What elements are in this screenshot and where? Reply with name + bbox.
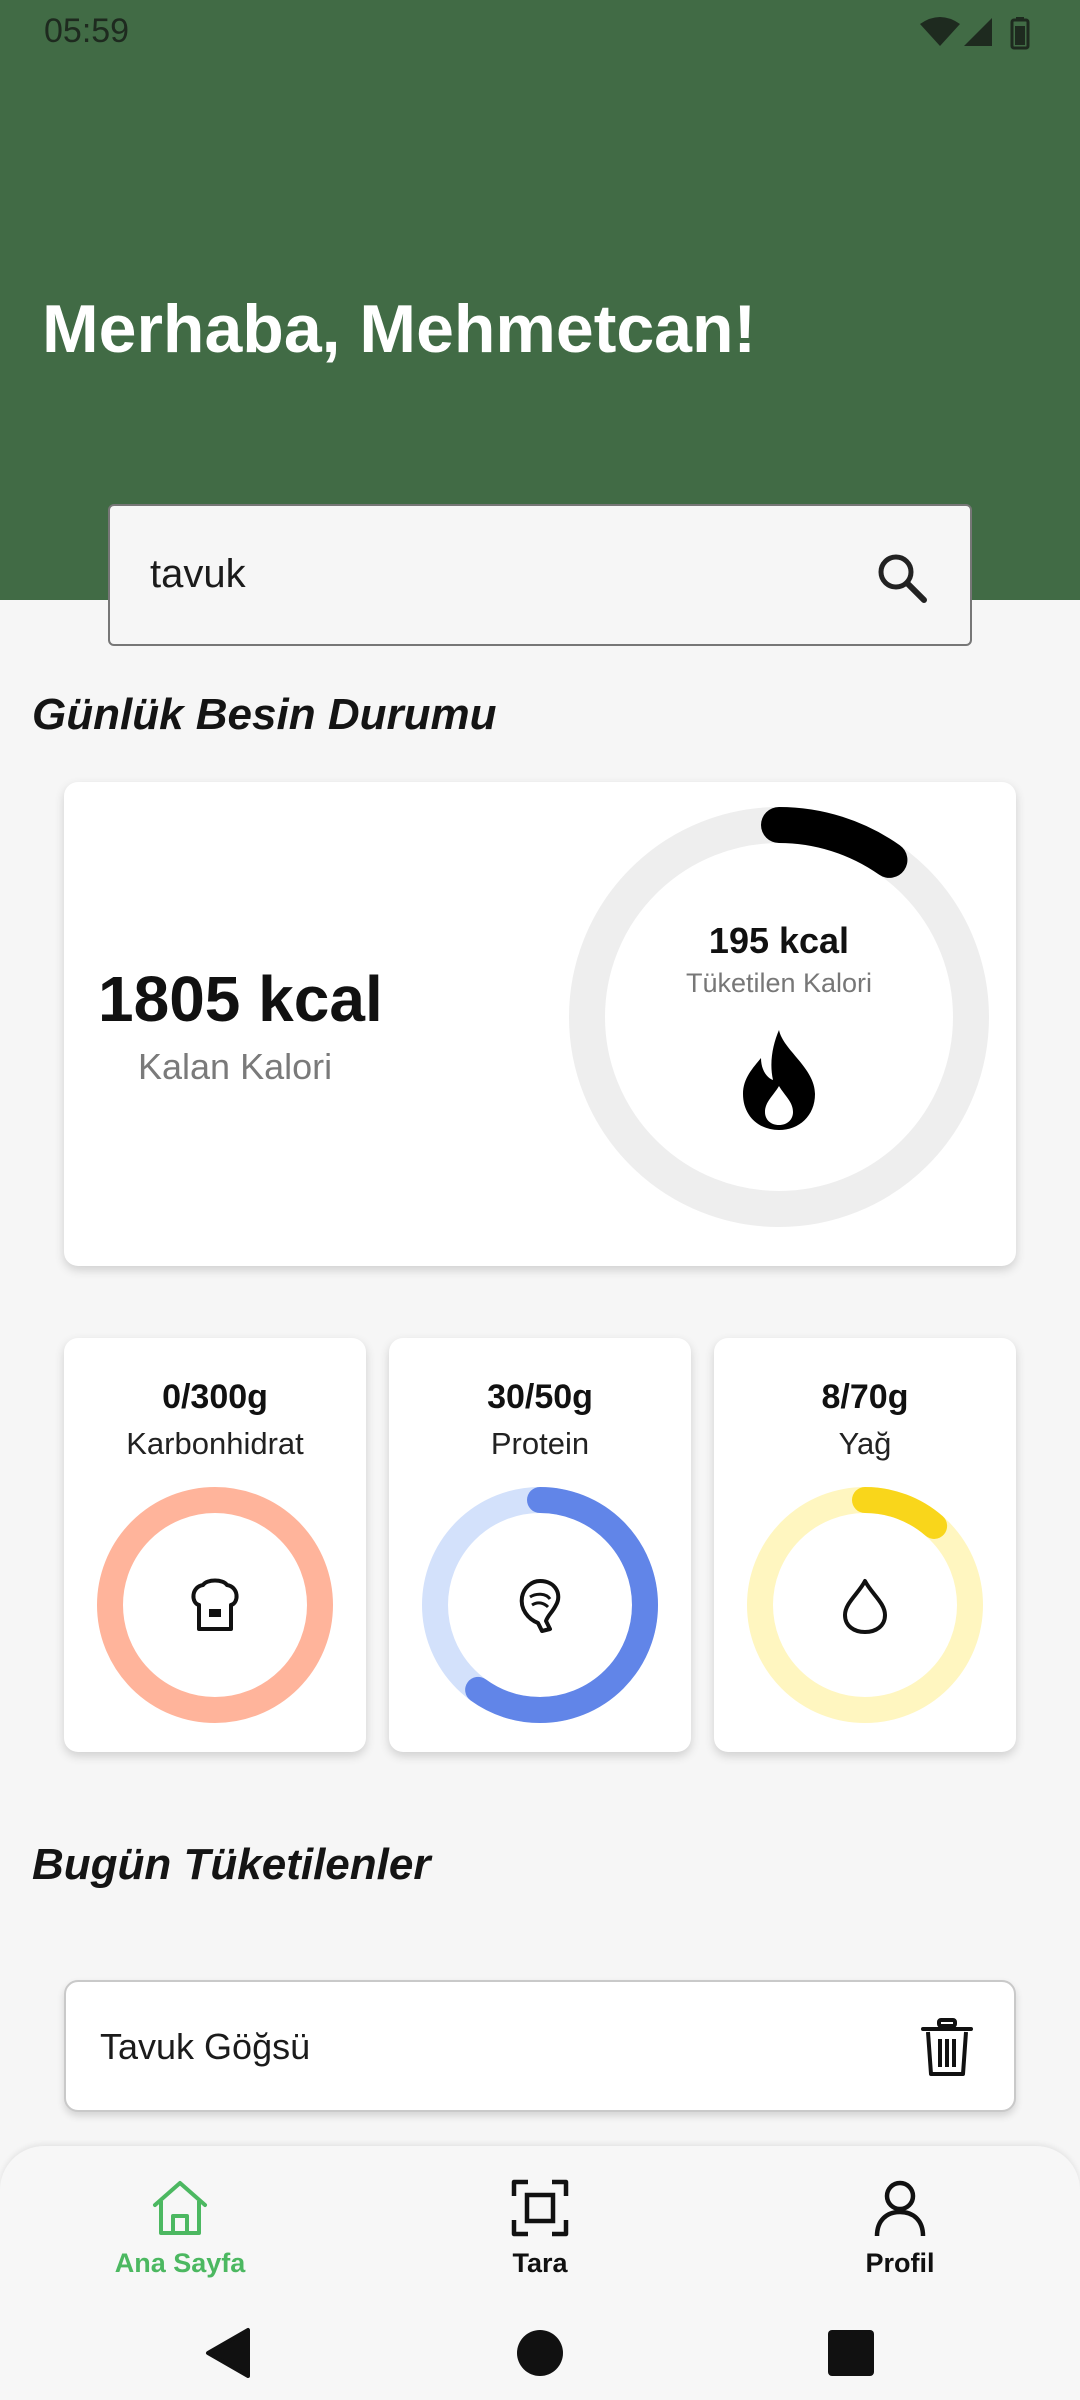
macro-label: Yağ bbox=[838, 1426, 892, 1461]
search-input[interactable]: tavuk bbox=[108, 504, 972, 646]
food-list-item[interactable]: Tavuk Göğsü bbox=[64, 1980, 1016, 2112]
nav-label: Ana Sayfa bbox=[114, 2248, 246, 2278]
nav-label: Profil bbox=[865, 2248, 935, 2278]
profile-icon bbox=[874, 2180, 926, 2237]
home-icon bbox=[153, 2181, 207, 2235]
section-title-consumed: Bugün Tüketilenler bbox=[32, 1840, 431, 1889]
remaining-calories-value: 1805 kcal bbox=[98, 963, 383, 1035]
calorie-ring bbox=[569, 807, 989, 1227]
meat-icon bbox=[519, 1579, 561, 1633]
macro-label: Protein bbox=[490, 1426, 590, 1461]
flame-icon bbox=[743, 1030, 815, 1130]
macro-card-protein: 30/50g Protein bbox=[389, 1338, 691, 1752]
macro-label: Karbonhidrat bbox=[126, 1426, 304, 1461]
macro-card-fat: 8/70g Yağ bbox=[714, 1338, 1016, 1752]
calorie-card: 1805 kcal Kalan Kalori 195 kcal Tüketile… bbox=[64, 782, 1016, 1266]
section-title-daily: Günlük Besin Durumu bbox=[32, 690, 497, 739]
status-time: 05:59 bbox=[44, 12, 130, 50]
remaining-calories-label: Kalan Kalori bbox=[138, 1046, 333, 1087]
macro-value: 0/300g bbox=[162, 1378, 268, 1416]
food-name: Tavuk Göğsü bbox=[100, 2026, 311, 2067]
home-circle-icon[interactable] bbox=[513, 2326, 567, 2380]
nav-item-home[interactable]: Ana Sayfa bbox=[70, 2164, 290, 2284]
calorie-ring-track bbox=[569, 807, 989, 1227]
wifi-icon bbox=[920, 17, 960, 46]
consumed-calories-value: 195 kcal bbox=[708, 920, 850, 961]
status-bar: 05:59 bbox=[0, 0, 1080, 64]
macro-value: 8/70g bbox=[821, 1378, 909, 1416]
bread-icon bbox=[191, 1578, 239, 1631]
signal-icon bbox=[964, 18, 992, 46]
bottom-nav: Ana Sayfa Tara Profil bbox=[0, 2146, 1080, 2400]
back-icon[interactable] bbox=[202, 2326, 256, 2380]
search-value: tavuk bbox=[150, 552, 246, 596]
drop-icon bbox=[843, 1579, 887, 1634]
macro-value: 30/50g bbox=[487, 1378, 593, 1416]
status-icons bbox=[920, 17, 1030, 50]
system-nav-bar bbox=[0, 2306, 1080, 2400]
macro-card-carbs: 0/300g Karbonhidrat bbox=[64, 1338, 366, 1752]
search-icon[interactable] bbox=[874, 550, 930, 606]
consumed-calories-label: Tüketilen Kalori bbox=[685, 968, 873, 998]
trash-icon[interactable] bbox=[920, 2018, 974, 2078]
nav-item-profile[interactable]: Profil bbox=[790, 2164, 1010, 2284]
nav-label: Tara bbox=[512, 2248, 568, 2278]
recents-icon[interactable] bbox=[824, 2326, 878, 2380]
nav-item-scan[interactable]: Tara bbox=[430, 2164, 650, 2284]
scan-icon bbox=[511, 2179, 569, 2237]
greeting-title: Merhaba, Mehmetcan! bbox=[42, 291, 757, 367]
